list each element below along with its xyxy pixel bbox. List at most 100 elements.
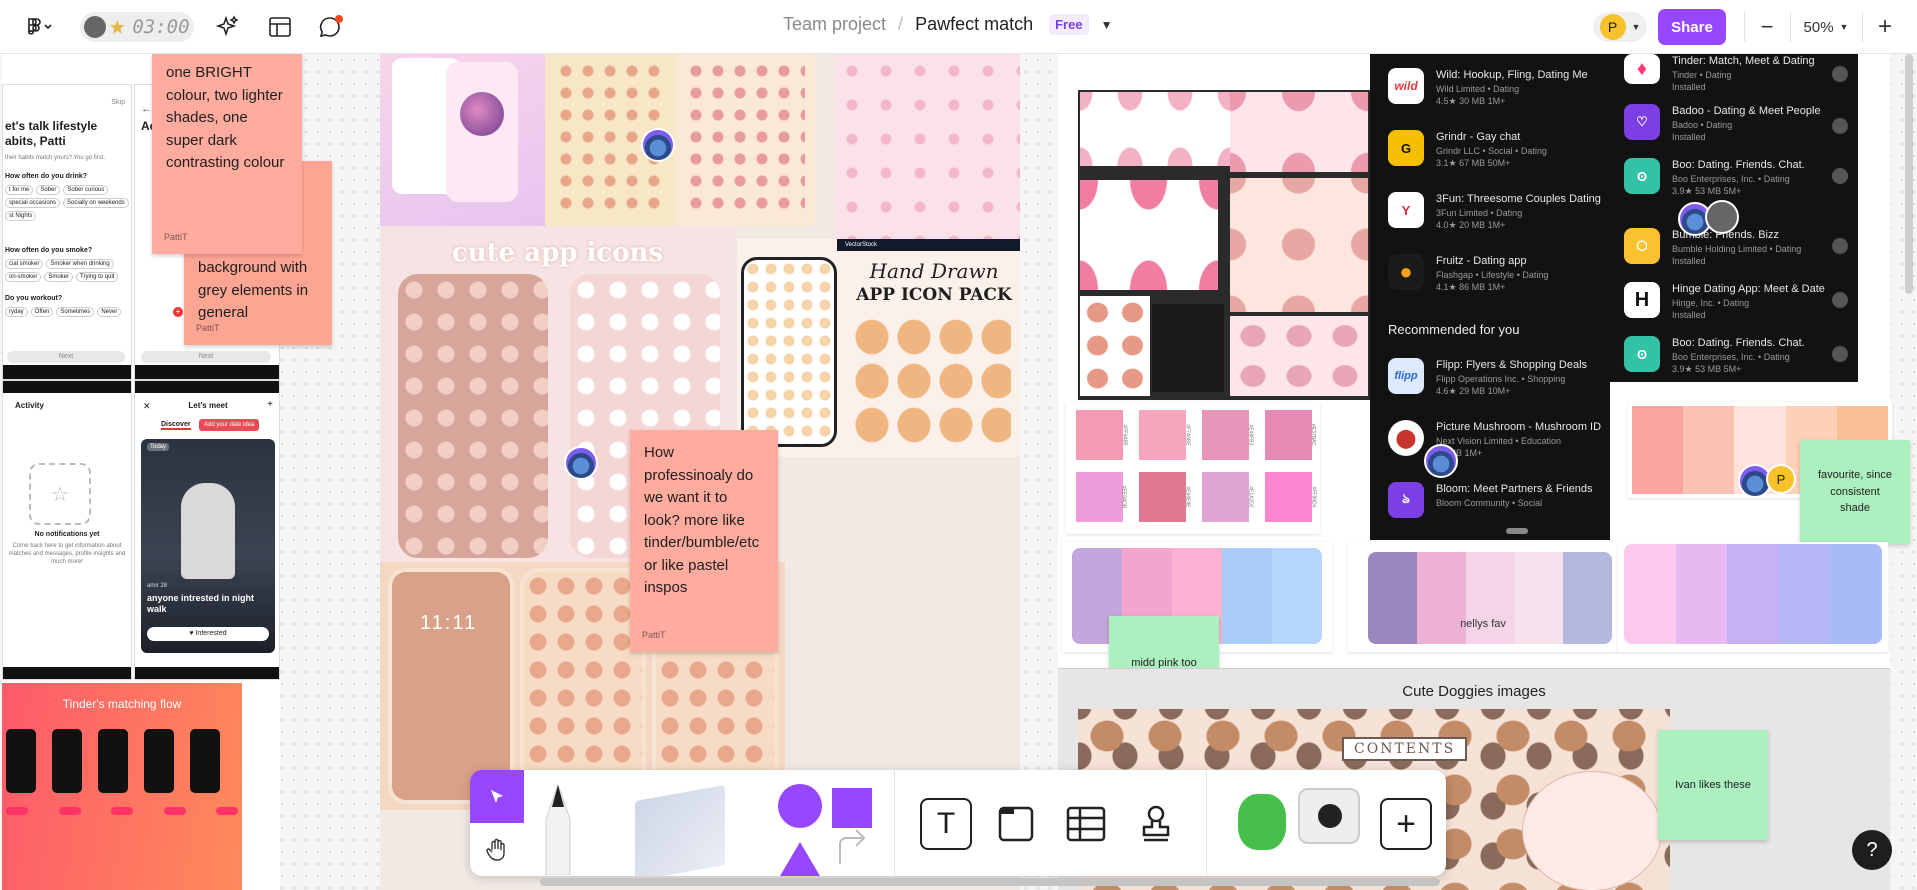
expand-chevron-icon[interactable] — [1832, 168, 1848, 184]
color-swatch[interactable]: #F7A6BE — [1139, 410, 1190, 460]
paw-tile — [1230, 316, 1368, 396]
ai-sparkle-button[interactable] — [212, 12, 244, 42]
comments-button[interactable] — [314, 12, 348, 42]
color-swatch[interactable]: #E66E8E — [1139, 472, 1190, 522]
expand-chevron-icon[interactable] — [1832, 66, 1848, 82]
option-chip[interactable]: special occasions — [5, 198, 61, 208]
hand-drawn-subtitle: APP ICON PACK — [856, 285, 1012, 305]
option-chip[interactable]: Sober curious — [63, 185, 109, 195]
color-swatch[interactable] — [1272, 548, 1322, 644]
color-swatch[interactable] — [1563, 552, 1612, 644]
option-chip[interactable]: on-smoker — [5, 272, 42, 282]
tab-discover[interactable]: Discover — [161, 421, 191, 430]
option-chip[interactable]: Often — [30, 307, 54, 317]
hand-tool-button[interactable] — [470, 823, 524, 876]
breadcrumb-team[interactable]: Team project — [783, 14, 886, 35]
option-chip[interactable]: Smoker — [44, 272, 74, 282]
section-title: Cute Doggies images — [1402, 683, 1546, 700]
color-swatch[interactable] — [1632, 406, 1684, 494]
option-chip[interactable]: Sober — [36, 185, 61, 195]
option-chip[interactable]: st Nights — [5, 211, 37, 221]
zoom-in-button[interactable]: + — [1870, 12, 1900, 42]
timer-widget[interactable]: ★ 03:00 — [80, 12, 194, 42]
zoom-out-button[interactable]: − — [1752, 12, 1782, 42]
expand-chevron-icon[interactable] — [1832, 118, 1848, 134]
color-swatch[interactable] — [1683, 406, 1735, 494]
plan-badge[interactable]: Free — [1049, 14, 1089, 35]
color-swatch[interactable]: #FF9AB5 — [1076, 410, 1127, 460]
palette-pastel-gradient[interactable] — [1618, 542, 1888, 652]
camera-sticker-icon — [1298, 788, 1360, 844]
color-swatch[interactable] — [1222, 548, 1272, 644]
move-tool-button[interactable] — [470, 770, 524, 823]
file-name[interactable]: Pawfect match — [915, 14, 1033, 35]
sticky-note-bright-colour[interactable]: one BRIGHT colour, two lighter shades, o… — [152, 54, 302, 254]
option-chip[interactable]: Never — [97, 307, 122, 317]
skip-link[interactable]: Skip — [111, 99, 125, 106]
app-name: Bloom: Meet Partners & Friends — [1436, 483, 1593, 495]
paw-tile — [1230, 92, 1368, 172]
option-chip[interactable]: cial smoker — [5, 259, 44, 269]
vertical-scrollbar[interactable] — [1905, 54, 1913, 294]
next-button[interactable]: Next — [7, 351, 125, 363]
color-swatch[interactable]: #E37BAC — [1265, 410, 1316, 460]
sticky-note-favourite[interactable]: favourite, since consistent shade — [1800, 440, 1910, 544]
color-swatch[interactable]: #FF86D4 — [1265, 472, 1317, 522]
back-arrow-icon[interactable]: ← — [141, 103, 152, 115]
add-more-button[interactable]: + — [1380, 798, 1432, 850]
pink-swatch-card: #FF9AB5 #F7A6BE #E48FB3 #E37BAC #EE9ADB #E66E… — [1066, 402, 1320, 534]
color-swatch[interactable]: #E1A2D2 — [1202, 472, 1253, 522]
add-date-idea-button[interactable]: Add your date idea — [199, 419, 260, 431]
color-swatch[interactable] — [1368, 552, 1417, 644]
pen-tool-button[interactable] — [536, 778, 580, 876]
paw-tile — [1080, 92, 1230, 166]
board-canvas[interactable]: et's talk lifestyle abits, Patti their h… — [0, 54, 1917, 890]
expand-chevron-icon[interactable] — [1832, 238, 1848, 254]
section-frame-icon — [998, 806, 1034, 842]
option-chip[interactable]: Sometimes — [56, 307, 95, 317]
color-swatch[interactable] — [1624, 544, 1676, 644]
help-button[interactable]: ? — [1852, 830, 1892, 870]
expand-chevron-icon[interactable] — [1832, 346, 1848, 362]
paw-tile — [1080, 296, 1150, 396]
color-swatch[interactable] — [1830, 544, 1882, 644]
widgets-tool-button[interactable] — [1218, 780, 1368, 872]
zoom-level-select[interactable]: 50% ▼ — [1798, 12, 1854, 42]
stamp-tool-button[interactable] — [1130, 798, 1182, 850]
palette-nellys-fav[interactable]: nellys fav — [1348, 542, 1618, 652]
date-card[interactable]: Today amir 28 anyone intrested in night … — [141, 439, 275, 653]
color-swatch[interactable] — [1465, 552, 1515, 644]
color-swatch[interactable]: #E48FB3 — [1202, 410, 1254, 460]
app-developer: Tinder • Dating — [1672, 69, 1732, 80]
color-swatch[interactable] — [1778, 544, 1831, 644]
add-icon[interactable]: + — [173, 307, 183, 317]
color-swatch[interactable] — [1675, 544, 1728, 644]
sticky-note-tool-button[interactable] — [630, 785, 730, 876]
user-avatar-button[interactable]: P ▼ — [1593, 12, 1647, 42]
sticky-note-ivan[interactable]: Ivan likes these — [1658, 730, 1768, 840]
shapes-tool-button[interactable] — [770, 776, 880, 876]
section-tool-button[interactable] — [990, 798, 1042, 850]
color-swatch[interactable] — [1727, 544, 1779, 644]
chevron-down-icon[interactable]: ▼ — [1101, 18, 1113, 32]
sticky-note-professional[interactable]: How professinoaly do we want it to look?… — [630, 430, 778, 652]
add-icon[interactable]: + — [267, 399, 273, 410]
main-menu-button[interactable] — [22, 12, 58, 42]
option-chip[interactable]: Trying to quit — [76, 272, 119, 282]
color-swatch[interactable] — [1416, 552, 1466, 644]
share-button[interactable]: Share — [1658, 9, 1726, 45]
option-chip[interactable]: ryday — [5, 307, 28, 317]
option-chip[interactable]: Socially on weekends — [63, 198, 129, 208]
horizontal-scrollbar[interactable] — [540, 878, 1440, 886]
table-tool-button[interactable] — [1060, 798, 1112, 850]
interested-button[interactable]: ♥ Interested — [147, 627, 269, 641]
layout-button[interactable] — [264, 12, 296, 42]
app-list-item: ♦ Tinder: Match, Meet & Dating Tinder • D… — [1624, 54, 1854, 93]
expand-chevron-icon[interactable] — [1832, 292, 1848, 308]
option-chip[interactable]: Smoker when drinking — [46, 259, 114, 269]
color-swatch[interactable]: #EE9ADB — [1076, 472, 1127, 522]
next-button[interactable]: Next — [141, 351, 271, 363]
text-tool-button[interactable]: T — [920, 798, 972, 850]
color-swatch[interactable] — [1514, 552, 1564, 644]
option-chip[interactable]: t for me — [5, 185, 34, 195]
